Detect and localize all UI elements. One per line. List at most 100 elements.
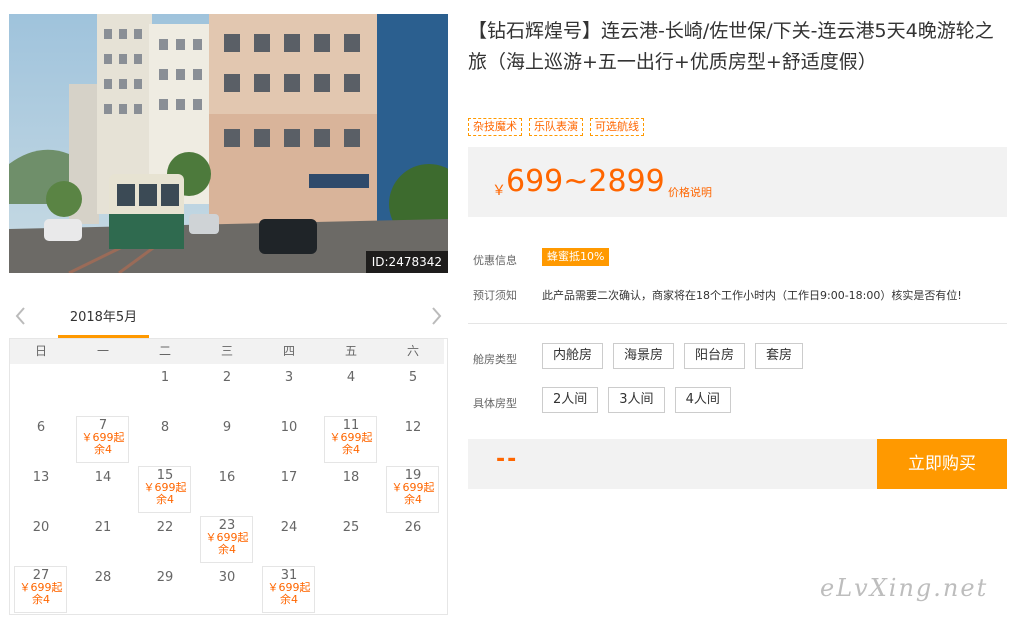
calendar-day-available[interactable]: 23 ￥699起 余4 [196,514,258,564]
weekday-header: 六 [382,339,444,364]
day-number: 3 [284,370,294,385]
calendar-day: 9 [196,414,258,464]
calendar-day: 21 [72,514,134,564]
calendar-day [72,364,134,414]
day-remaining: 余4 [94,443,112,456]
calendar-day: 12 [382,414,444,464]
calendar-day: 5 [382,364,444,414]
product-photo: ID:2478342 [9,14,448,273]
calendar-day: 2 [196,364,258,414]
calendar-day: 18 [320,464,382,514]
calendar-day-available[interactable]: 31 ￥699起 余4 [258,564,320,614]
prev-month-button[interactable] [11,304,31,328]
cabin-option-inside[interactable]: 内舱房 [542,343,604,369]
site-watermark: eLvXing.net [820,574,989,602]
photo-id-label: ID:2478342 [365,251,448,273]
cabin-option-suite[interactable]: 套房 [755,343,804,369]
calendar-month-tab[interactable]: 2018年5月 [58,298,149,338]
day-remaining: 余4 [32,593,50,606]
calendar-day-available[interactable]: 27 ￥699起 余4 [10,564,72,614]
calendar-day: 6 [10,414,72,464]
feature-tag: 杂技魔术 [468,118,522,136]
promo-label: 优惠信息 [473,254,517,267]
calendar-day-available[interactable]: 15 ￥699起 余4 [134,464,196,514]
calendar-day: 13 [10,464,72,514]
day-number: 5 [408,370,418,385]
calendar-header: 2018年5月 [9,298,448,338]
calendar-day: 22 [134,514,196,564]
weekday-header: 四 [258,339,320,364]
day-remaining: 余4 [280,593,298,606]
feature-tag: 可选航线 [590,118,644,136]
day-number: 22 [156,520,174,535]
total-price: -- [496,447,519,472]
day-number: 30 [218,570,236,585]
day-number: 28 [94,570,112,585]
day-number: 17 [280,470,298,485]
chevron-right-icon [432,307,442,325]
calendar-day: 24 [258,514,320,564]
calendar-day-available[interactable]: 19 ￥699起 余4 [382,464,444,514]
room-type-options: 2人间 3人间 4人间 [542,387,731,413]
day-number: 12 [404,420,422,435]
weekday-header: 五 [320,339,382,364]
day-number: 29 [156,570,174,585]
calendar-day: 4 [320,364,382,414]
day-number: 6 [36,420,46,435]
weekday-header: 二 [134,339,196,364]
booking-notice: 此产品需要二次确认，商家将在18个工作小时内（工作日9:00-18:00）核实是… [542,289,962,302]
day-remaining: 余4 [342,443,360,456]
calendar-day: 3 [258,364,320,414]
notice-label: 预订须知 [473,289,517,302]
day-remaining: 余4 [156,493,174,506]
day-number: 25 [342,520,360,535]
feature-tags: 杂技魔术 乐队表演 可选航线 [468,118,644,136]
day-number: 14 [94,470,112,485]
promo-badge: 蜂蜜抵10% [542,248,610,266]
chevron-left-icon [15,307,25,325]
product-title: 【钻石辉煌号】连云港-长崎/佐世保/下关-连云港5天4晚游轮之旅（海上巡游+五一… [468,20,994,73]
calendar-day [10,364,72,414]
day-number: 9 [222,420,232,435]
room-option-4[interactable]: 4人间 [674,387,731,413]
calendar-day [320,564,382,614]
calendar-day-available[interactable]: 7 ￥699起 余4 [72,414,134,464]
purchase-bar: -- 立即购买 [468,439,1007,489]
day-number: 4 [346,370,356,385]
day-number: 10 [280,420,298,435]
calendar-day: 26 [382,514,444,564]
price-currency: ￥ [492,183,506,199]
price-note-link[interactable]: 价格说明 [668,184,712,200]
calendar-day: 1 [134,364,196,414]
day-number: 1 [160,370,170,385]
calendar-day: 25 [320,514,382,564]
day-number: 2 [222,370,232,385]
day-number: 8 [160,420,170,435]
day-number: 13 [32,470,50,485]
calendar-day-available[interactable]: 11 ￥699起 余4 [320,414,382,464]
departure-calendar: 2018年5月 日一二三四五六 1 2 3 4 5 6 7 ￥699起 余4 8 9 10 11 ￥699起… [9,298,448,615]
calendar-day: 20 [10,514,72,564]
divider [468,323,1007,324]
calendar-day: 28 [72,564,134,614]
calendar-day: 8 [134,414,196,464]
day-remaining: 余4 [404,493,422,506]
buy-now-button[interactable]: 立即购买 [877,439,1007,489]
day-number: 20 [32,520,50,535]
cabin-option-oceanview[interactable]: 海景房 [613,343,675,369]
next-month-button[interactable] [426,304,446,328]
price-range: 699~2899 [506,164,665,199]
cabin-type-label: 舱房类型 [473,353,517,366]
room-option-2[interactable]: 2人间 [542,387,599,413]
cabin-type-options: 内舱房 海景房 阳台房 套房 [542,343,804,369]
cabin-option-balcony[interactable]: 阳台房 [684,343,746,369]
price-panel: ￥ 699~2899 价格说明 [468,147,1007,217]
day-number: 18 [342,470,360,485]
calendar-day: 14 [72,464,134,514]
calendar-day: 16 [196,464,258,514]
day-number: 26 [404,520,422,535]
calendar-grid: 日一二三四五六 1 2 3 4 5 6 7 ￥699起 余4 8 9 10 11 ￥699起 余4 12 13 14… [9,338,448,615]
room-option-3[interactable]: 3人间 [608,387,665,413]
day-number: 16 [218,470,236,485]
calendar-day [382,564,444,614]
